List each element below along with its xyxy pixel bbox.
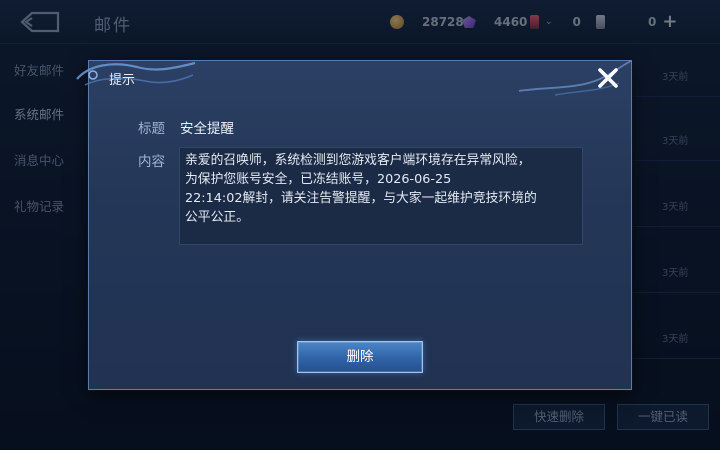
- content-label: 内容: [138, 154, 165, 170]
- subject-value: 安全提醒: [180, 121, 234, 137]
- close-button[interactable]: [595, 65, 621, 91]
- cloud-ornament-icon: [76, 61, 196, 86]
- alert-dialog: 提示 标题 安全提醒 内容 亲爱的召唤师，系统检测到您游戏客户端环境存在异常风险…: [76, 60, 632, 390]
- dialog-title: 提示: [109, 73, 136, 88]
- content-text: 亲爱的召唤师，系统检测到您游戏客户端环境存在异常风险， 为保护您账号安全，已冻结…: [179, 147, 583, 245]
- close-icon: [598, 68, 618, 88]
- delete-button[interactable]: 删除: [297, 341, 423, 373]
- subject-label: 标题: [138, 121, 165, 137]
